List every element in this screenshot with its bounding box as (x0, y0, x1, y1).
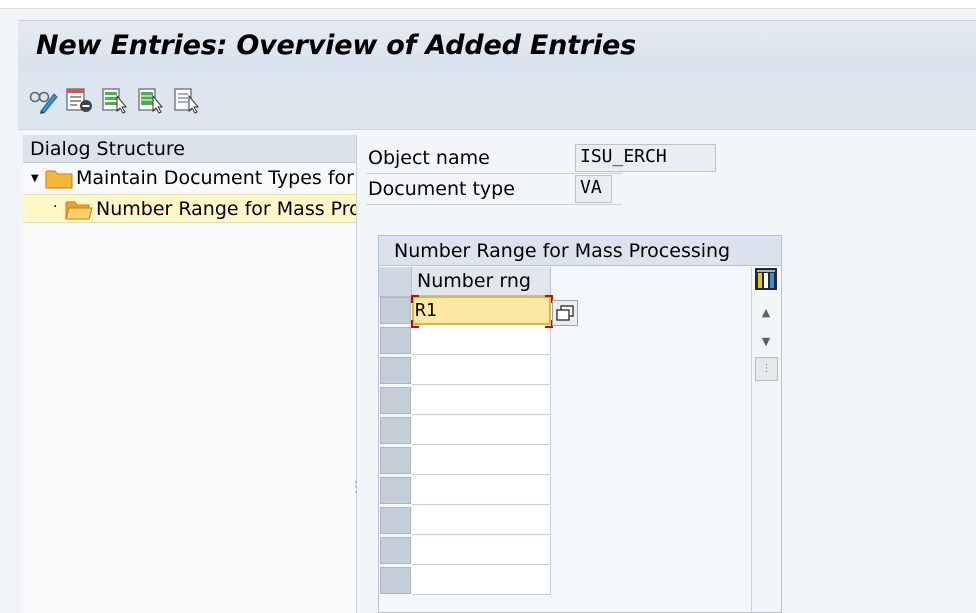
delete-row-button[interactable] (64, 85, 94, 115)
value-help-button[interactable] (552, 300, 578, 326)
vertical-scrollbar[interactable]: ▲ ▼ ⋮ (751, 267, 781, 612)
focus-corners (411, 295, 553, 328)
column-header-number-rng[interactable]: Number rng (412, 267, 551, 296)
row-selector[interactable] (380, 417, 411, 444)
panel-splitter[interactable]: · · · (354, 476, 358, 498)
select-all-icon (102, 88, 128, 114)
select-all-rows-corner[interactable] (379, 267, 412, 297)
scroll-down-icon[interactable]: ▼ (754, 330, 778, 352)
tree-item-label: Number Range for Mass Proce (96, 198, 356, 220)
tree-item-number-range[interactable]: · Number Range for Mass Proce (23, 194, 356, 223)
expand-arrow-icon[interactable]: ▼ (31, 164, 39, 193)
column-config-button[interactable] (754, 264, 778, 294)
table-settings-icon (755, 268, 777, 290)
delete-row-icon (66, 88, 92, 112)
scroll-thumb[interactable]: ⋮ (755, 357, 778, 381)
document-type-label: Document type (368, 178, 515, 200)
screen-title: New Entries: Overview of Added Entries (36, 30, 637, 61)
table-title: Number Range for Mass Processing (379, 236, 781, 266)
dialog-structure-header: Dialog Structure (23, 135, 356, 163)
number-rng-cell[interactable] (412, 326, 551, 355)
select-block-icon (138, 88, 164, 114)
top-border (0, 0, 976, 9)
number-rng-cell[interactable] (412, 536, 551, 565)
object-name-field: ISU_ERCH (575, 144, 716, 172)
number-rng-cell[interactable] (412, 356, 551, 385)
open-folder-icon (65, 201, 93, 220)
row-selector[interactable] (380, 357, 411, 384)
number-rng-cell[interactable] (412, 416, 551, 445)
row-selector[interactable] (380, 327, 411, 354)
number-rng-cell[interactable] (412, 386, 551, 415)
dialog-structure-panel: Dialog Structure ▼ Maintain Document Typ… (23, 135, 357, 613)
document-type-field: VA (575, 175, 612, 203)
deselect-all-button[interactable] (172, 85, 202, 115)
tree-item-maintain-document-types[interactable]: ▼ Maintain Document Types for B (23, 164, 356, 193)
number-rng-cell[interactable] (412, 446, 551, 475)
row-selector[interactable] (380, 297, 411, 324)
row-selector[interactable] (380, 507, 411, 534)
row-selector[interactable] (380, 537, 411, 564)
display-change-button[interactable] (28, 85, 58, 115)
display-change-icon (29, 91, 58, 114)
row-selector[interactable] (380, 387, 411, 414)
scroll-up-icon[interactable]: ▲ (754, 301, 778, 323)
number-range-table: Number Range for Mass Processing Number … (378, 235, 782, 613)
select-all-button[interactable] (100, 85, 130, 115)
object-name-label: Object name (368, 147, 490, 169)
title-bar: New Entries: Overview of Added Entries (18, 20, 976, 74)
row-selector[interactable] (380, 447, 411, 474)
folder-icon (45, 170, 73, 189)
number-rng-cell[interactable] (412, 566, 551, 595)
tree-item-label: Maintain Document Types for B (76, 167, 356, 189)
number-rng-cell[interactable] (412, 476, 551, 505)
select-block-button[interactable] (136, 85, 166, 115)
application-toolbar (18, 73, 976, 130)
number-rng-cell[interactable] (412, 506, 551, 535)
tree-leaf-dot: · (53, 199, 58, 215)
value-help-icon (556, 305, 574, 321)
row-selector[interactable] (380, 477, 411, 504)
row-selector[interactable] (380, 567, 411, 594)
deselect-all-icon (174, 88, 200, 114)
